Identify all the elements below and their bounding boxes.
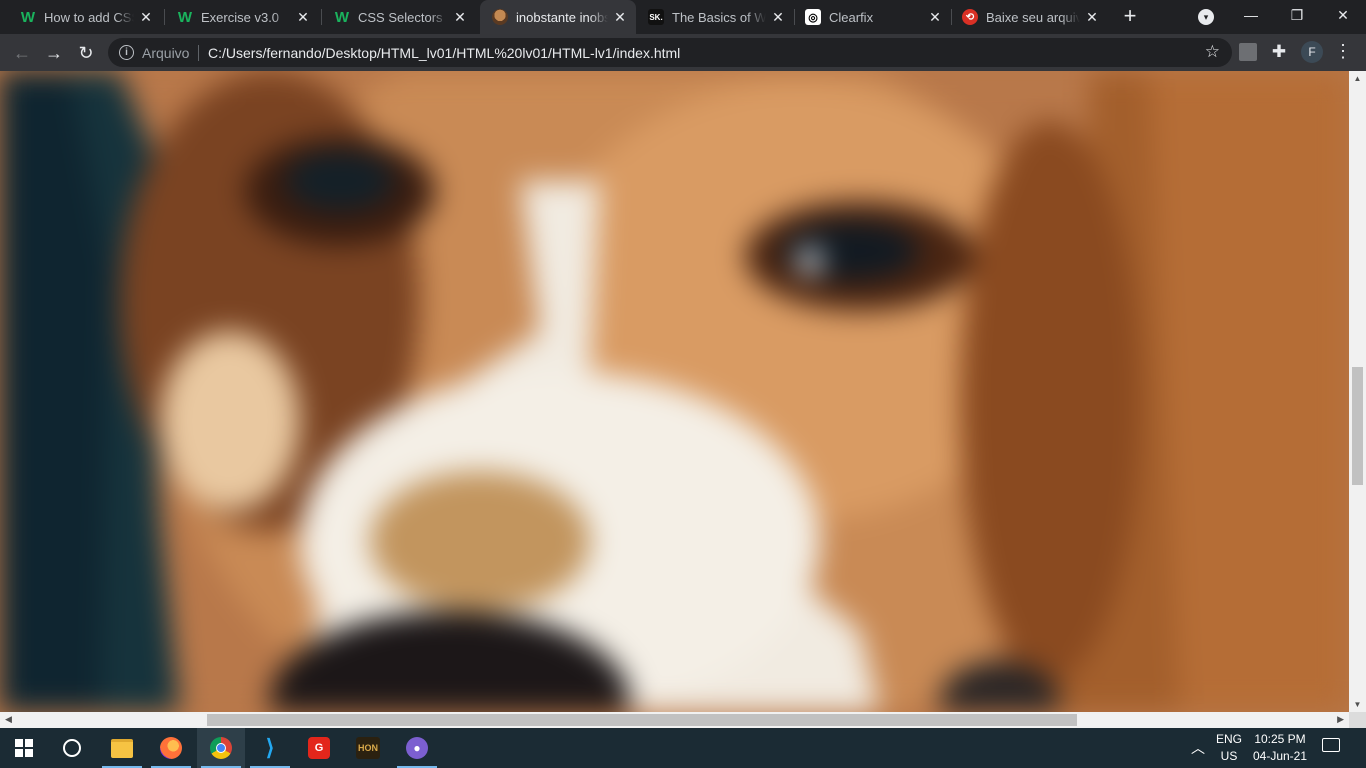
clock-date: 04-Jun-21 — [1252, 749, 1308, 763]
maximize-button[interactable]: ❐ — [1274, 0, 1320, 30]
firefox-button[interactable] — [147, 728, 195, 768]
firefox-icon — [160, 737, 182, 759]
horizontal-scrollbar[interactable]: ◀ ▶ — [0, 712, 1349, 728]
chrome-icon — [210, 737, 232, 759]
github-icon: ● — [406, 737, 428, 759]
tab-baixe-seu-arquivo[interactable]: ⟲ Baixe seu arquivo ✕ — [951, 0, 1108, 34]
horizontal-scroll-thumb[interactable] — [207, 714, 1077, 726]
tab-search-icon[interactable]: ▾ — [1198, 9, 1214, 25]
scroll-left-arrow-icon[interactable]: ◀ — [5, 714, 12, 725]
notification-center-icon[interactable] — [1322, 738, 1340, 752]
system-clock[interactable]: 10:25 PM 04-Jun-21 — [1250, 731, 1310, 765]
address-separator — [198, 45, 199, 61]
tab-close-icon[interactable]: ✕ — [295, 9, 311, 25]
language-indicator[interactable]: ENG US — [1212, 731, 1246, 765]
circle-icon — [63, 739, 81, 757]
dog-photo — [0, 71, 1349, 712]
info-icon[interactable]: i — [119, 45, 134, 60]
tab-title: inobstante inobstante — [516, 9, 608, 25]
vscode-icon: ⟩ — [265, 735, 275, 760]
folder-icon — [111, 738, 133, 758]
minimize-button[interactable]: — — [1228, 0, 1274, 30]
vertical-scrollbar[interactable]: ▲ ▼ — [1349, 71, 1366, 712]
scroll-right-arrow-icon[interactable]: ▶ — [1337, 714, 1344, 725]
w3-icon: W — [177, 8, 193, 26]
chrome-button[interactable] — [197, 728, 245, 768]
close-window-button[interactable]: ✕ — [1320, 0, 1366, 30]
clock-time: 10:25 PM — [1254, 732, 1306, 746]
back-button[interactable]: ← — [9, 40, 35, 66]
extension-icon[interactable] — [1239, 43, 1257, 61]
language-code: ENG — [1215, 732, 1242, 746]
tab-exercise[interactable]: W Exercise v3.0 ✕ — [157, 0, 322, 34]
browser-toolbar: ← → ↻ i Arquivo C:/Users/fernando/Deskto… — [0, 34, 1366, 71]
vertical-scroll-thumb[interactable] — [1352, 367, 1363, 485]
scrollbar-corner — [1349, 712, 1366, 728]
vscode-button[interactable]: ⟩ — [246, 728, 294, 768]
tab-strip: W How to add CSS ✕ W Exercise v3.0 ✕ W C… — [0, 0, 1366, 34]
dog-photo-icon — [492, 9, 508, 25]
tab-how-to-add-css[interactable]: W How to add CSS ✕ — [0, 0, 165, 34]
garena-button[interactable]: G — [295, 728, 343, 768]
sk-icon: SK. — [648, 9, 664, 25]
tab-close-icon[interactable]: ✕ — [138, 9, 154, 25]
tab-title: Baixe seu arquivo — [986, 9, 1080, 25]
address-bar[interactable]: i Arquivo C:/Users/fernando/Desktop/HTML… — [108, 38, 1232, 67]
red-circle-icon: ⟲ — [962, 9, 978, 25]
tab-inobstante-active[interactable]: inobstante inobstante ✕ — [480, 0, 636, 34]
tab-css-selectors[interactable]: W CSS Selectors ✕ — [314, 0, 478, 34]
browser-menu-icon[interactable]: ⋮ — [1334, 40, 1352, 62]
scroll-down-arrow-icon[interactable]: ▼ — [1349, 700, 1366, 709]
tab-title: Clearfix — [829, 9, 874, 25]
github-desktop-button[interactable]: ● — [393, 728, 441, 768]
profile-avatar[interactable]: F — [1301, 41, 1323, 63]
scheme-label: Arquivo — [142, 45, 190, 61]
tab-title: The Basics of Web — [672, 9, 766, 25]
tab-close-icon[interactable]: ✕ — [612, 9, 628, 25]
tab-clearfix[interactable]: ◎ Clearfix ✕ — [794, 0, 952, 34]
hon-icon: HON — [356, 737, 380, 759]
windows-taskbar: ⟩ G HON ● — [0, 728, 1366, 768]
new-tab-button[interactable]: + — [1118, 5, 1142, 29]
tab-close-icon[interactable]: ✕ — [927, 9, 943, 25]
forward-button[interactable]: → — [41, 40, 67, 66]
hon-button[interactable]: HON — [344, 728, 392, 768]
tab-close-icon[interactable]: ✕ — [1084, 9, 1100, 25]
w3-icon: W — [20, 8, 36, 26]
tab-title: Exercise v3.0 — [201, 9, 280, 25]
reload-button[interactable]: ↻ — [73, 40, 99, 66]
cortana-button[interactable] — [48, 728, 96, 768]
bookmark-star-icon[interactable]: ☆ — [1205, 42, 1220, 62]
clearfix-icon: ◎ — [805, 9, 821, 25]
w3-icon: W — [334, 8, 350, 26]
start-button[interactable] — [0, 728, 48, 768]
tab-title: CSS Selectors — [358, 9, 443, 25]
file-explorer-button[interactable] — [98, 728, 146, 768]
region-code: US — [1220, 749, 1238, 763]
garena-icon: G — [308, 737, 330, 759]
url-text[interactable]: C:/Users/fernando/Desktop/HTML_lv01/HTML… — [208, 45, 680, 61]
page-viewport — [0, 71, 1349, 712]
tab-close-icon[interactable]: ✕ — [770, 9, 786, 25]
scroll-up-arrow-icon[interactable]: ▲ — [1349, 74, 1366, 83]
tray-chevron-up-icon[interactable]: ︿ — [1191, 738, 1205, 758]
tab-basics-of-web[interactable]: SK. The Basics of Web ✕ — [636, 0, 795, 34]
extensions-puzzle-icon[interactable]: ✚ — [1270, 43, 1288, 61]
tab-close-icon[interactable]: ✕ — [452, 9, 468, 25]
windows-icon — [15, 739, 33, 757]
tab-title: How to add CSS — [44, 9, 134, 25]
